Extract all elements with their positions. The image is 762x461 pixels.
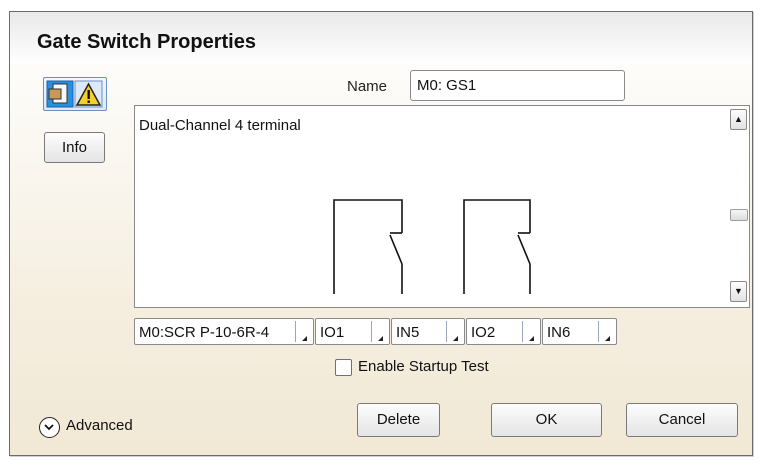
- dropdown-separator: [598, 321, 599, 342]
- module-dropdown-value: M0:SCR P-10-6R-4: [139, 324, 270, 341]
- enable-startup-test-label[interactable]: Enable Startup Test: [358, 358, 489, 375]
- scroll-down-button[interactable]: ▼: [730, 281, 747, 302]
- name-field[interactable]: [410, 70, 625, 101]
- terminal-2-value: IN5: [396, 324, 420, 341]
- channel-2-left-contact: [463, 199, 531, 294]
- scroll-up-button[interactable]: ▲: [730, 109, 747, 130]
- terminal-2-dropdown[interactable]: IN5: [391, 318, 465, 345]
- dropdown-separator: [446, 321, 447, 342]
- gate-switch-schematic: [333, 199, 531, 294]
- delete-button[interactable]: Delete: [357, 403, 440, 437]
- dropdown-separator: [371, 321, 372, 342]
- info-button[interactable]: Info: [44, 132, 105, 163]
- terminal-1-value: IO1: [320, 324, 345, 341]
- terminal-3-dropdown[interactable]: IO2: [466, 318, 541, 345]
- terminal-3-value: IO2: [471, 324, 496, 341]
- channel-1-switch-arm: [389, 234, 403, 265]
- channel-1-left-contact: [333, 199, 403, 294]
- dropdown-arrow-icon: [529, 336, 534, 341]
- chevron-down-circle-icon[interactable]: [39, 417, 60, 438]
- dropdown-separator: [295, 321, 296, 342]
- gate-switch-properties-dialog: Gate Switch Properties Info Name Dual-Ch…: [9, 11, 753, 456]
- module-dropdown[interactable]: M0:SCR P-10-6R-4: [134, 318, 314, 345]
- advanced-toggle-label[interactable]: Advanced: [66, 417, 133, 434]
- channel-2-switch-arm: [517, 234, 531, 265]
- name-label: Name: [347, 78, 388, 95]
- enable-startup-test-checkbox[interactable]: [335, 359, 352, 376]
- dropdown-arrow-icon: [302, 336, 307, 341]
- door-warning-icon[interactable]: [43, 77, 107, 111]
- dropdown-arrow-icon: [605, 336, 610, 341]
- dropdown-arrow-icon: [378, 336, 383, 341]
- cancel-button[interactable]: Cancel: [626, 403, 738, 437]
- scrollbar-thumb[interactable]: [730, 209, 748, 221]
- title-bar: Gate Switch Properties: [10, 12, 752, 64]
- terminal-1-dropdown[interactable]: IO1: [315, 318, 390, 345]
- dialog-title: Gate Switch Properties: [37, 31, 256, 53]
- wiring-diagram-panel: Dual-Channel 4 terminal ▲ ▼: [134, 105, 750, 308]
- ok-button[interactable]: OK: [491, 403, 602, 437]
- dropdown-separator: [522, 321, 523, 342]
- terminal-4-dropdown[interactable]: IN6: [542, 318, 617, 345]
- dropdown-arrow-icon: [453, 336, 458, 341]
- terminal-4-value: IN6: [547, 324, 571, 341]
